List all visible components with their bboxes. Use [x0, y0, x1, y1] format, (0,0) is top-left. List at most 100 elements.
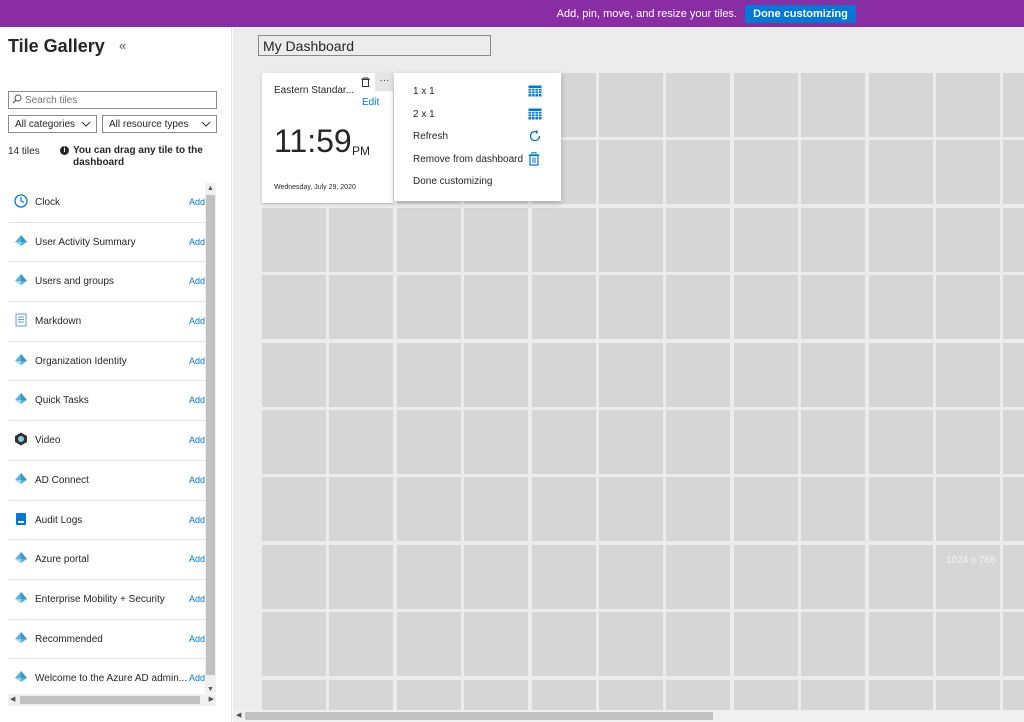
refresh-icon — [528, 129, 542, 143]
document-icon — [14, 313, 30, 329]
tile-list-item[interactable]: Clock Add — [8, 183, 205, 223]
grid-cell — [464, 477, 529, 542]
add-tile-button[interactable]: Add — [189, 475, 205, 485]
grid-cell — [733, 612, 798, 677]
resource-type-dropdown[interactable]: All resource types — [102, 115, 217, 133]
search-box[interactable] — [8, 91, 217, 109]
scrollbar-thumb[interactable] — [20, 696, 200, 704]
dashboard-canvas: 1024 x 768 Eastern Standar... Edit 11:59… — [233, 27, 1024, 722]
tile-list-vertical-scrollbar[interactable]: ▲ ▼ — [205, 183, 216, 693]
context-menu-item[interactable]: Refresh — [394, 125, 561, 147]
azure-ad-icon — [14, 273, 30, 289]
grid-cell — [396, 342, 461, 407]
done-customizing-button[interactable]: Done customizing — [745, 5, 856, 23]
trash-icon[interactable] — [361, 76, 370, 90]
tile-list-item[interactable]: Enterprise Mobility + Security Add — [8, 580, 205, 620]
add-tile-button[interactable]: Add — [189, 435, 205, 445]
more-options-button[interactable]: ··· — [375, 73, 394, 91]
grid-cell — [396, 477, 461, 542]
tile-list-item[interactable]: AD Connect Add — [8, 461, 205, 501]
scroll-right-arrow-icon[interactable]: ▶ — [209, 695, 214, 703]
context-menu-item-label: Remove from dashboard — [413, 153, 524, 165]
tile-list-item-name: User Activity Summary — [35, 236, 136, 248]
add-tile-button[interactable]: Add — [189, 515, 205, 525]
grid-cell — [262, 477, 326, 542]
grid-cell — [666, 477, 731, 542]
tile-list-horizontal-scrollbar[interactable]: ◀ ▶ — [8, 694, 216, 706]
context-menu-item[interactable]: 1 x 1 — [394, 80, 561, 102]
context-menu-item[interactable]: Remove from dashboard — [394, 148, 561, 170]
trash-icon — [528, 151, 542, 166]
grid-cell — [801, 207, 866, 272]
scroll-up-arrow-icon[interactable]: ▲ — [207, 185, 214, 192]
context-menu-item-label: 2 x 1 — [413, 108, 435, 120]
grid-cell — [936, 342, 1000, 407]
search-input[interactable] — [25, 93, 213, 107]
grid-cell — [666, 275, 731, 340]
grid-cell — [599, 207, 663, 272]
add-tile-button[interactable]: Add — [189, 316, 205, 326]
scroll-down-arrow-icon[interactable]: ▼ — [207, 686, 214, 693]
category-dropdown[interactable]: All categories — [8, 115, 97, 133]
add-tile-button[interactable]: Add — [189, 554, 205, 564]
add-tile-button[interactable]: Add — [189, 276, 205, 286]
grid-cell — [868, 275, 933, 340]
context-menu-item[interactable]: 2 x 1 — [394, 103, 561, 125]
grid-cell — [396, 612, 461, 677]
add-tile-button[interactable]: Add — [189, 197, 205, 207]
book-icon — [14, 512, 30, 528]
grid-cell — [733, 73, 798, 137]
gallery-title: Tile Gallery — [8, 36, 105, 56]
banner-message: Add, pin, move, and resize your tiles. — [556, 8, 737, 20]
tile-list-item[interactable]: Video Add — [8, 421, 205, 461]
add-tile-button[interactable]: Add — [189, 237, 205, 247]
add-tile-button[interactable]: Add — [189, 356, 205, 366]
tile-list-item[interactable]: Azure portal Add — [8, 540, 205, 580]
collapse-panel-icon[interactable]: « — [119, 38, 126, 53]
tile-list-item-name: Recommended — [35, 633, 103, 645]
grid-cell — [868, 477, 933, 542]
grid-cell — [936, 275, 1000, 340]
grid-cell — [329, 207, 394, 272]
azure-ad-icon — [14, 670, 30, 682]
edit-link[interactable]: Edit — [362, 97, 379, 108]
grid-cell — [733, 275, 798, 340]
context-menu-item-label: 1 x 1 — [413, 86, 435, 97]
add-tile-button[interactable]: Add — [189, 634, 205, 644]
azure-ad-icon — [14, 392, 30, 408]
scrollbar-thumb[interactable] — [206, 195, 215, 675]
tile-list-item[interactable]: User Activity Summary Add — [8, 223, 205, 263]
add-tile-button[interactable]: Add — [189, 395, 205, 405]
scroll-left-arrow-icon[interactable]: ◀ — [236, 711, 241, 719]
grid-cell — [531, 612, 596, 677]
tile-list-item[interactable]: Organization Identity Add — [8, 342, 205, 382]
context-menu-item-label: Done customizing — [413, 176, 493, 188]
clock-tile[interactable]: Eastern Standar... Edit 11:59 PM Wednesd… — [262, 73, 393, 203]
add-tile-button[interactable]: Add — [189, 594, 205, 604]
grid-cell — [666, 410, 731, 474]
scroll-left-arrow-icon[interactable]: ◀ — [10, 695, 15, 703]
video-icon — [14, 432, 30, 448]
grid-cell — [599, 612, 663, 677]
tile-list-item[interactable]: Audit Logs Add — [8, 501, 205, 541]
tile-list-item[interactable]: Quick Tasks Add — [8, 381, 205, 422]
grid-cell — [936, 477, 1000, 542]
tile-list-item[interactable]: Users and groups Add — [8, 262, 205, 303]
context-menu-item[interactable]: Done customizing — [394, 170, 561, 192]
tile-list-item[interactable]: Recommended Add — [8, 620, 205, 660]
tile-list-item[interactable]: Markdown Add — [8, 302, 205, 342]
grid-cell — [666, 140, 731, 205]
add-tile-button[interactable]: Add — [189, 673, 205, 682]
grid-cell — [262, 544, 326, 609]
grid-cell — [868, 207, 933, 272]
scrollbar-thumb[interactable] — [245, 712, 713, 720]
grid-cell — [1003, 612, 1024, 677]
tile-count: 14 tiles — [8, 146, 40, 157]
grid-cell — [936, 410, 1000, 474]
grid-cell — [1003, 73, 1024, 137]
tile-list-item[interactable]: Welcome to the Azure AD admin... Add — [8, 659, 205, 682]
dashboard-horizontal-scrollbar[interactable]: ◀ — [233, 710, 1024, 722]
grid-cell — [868, 342, 933, 407]
dashboard-name-field[interactable] — [258, 35, 491, 56]
grid-1x1-icon — [528, 84, 542, 98]
